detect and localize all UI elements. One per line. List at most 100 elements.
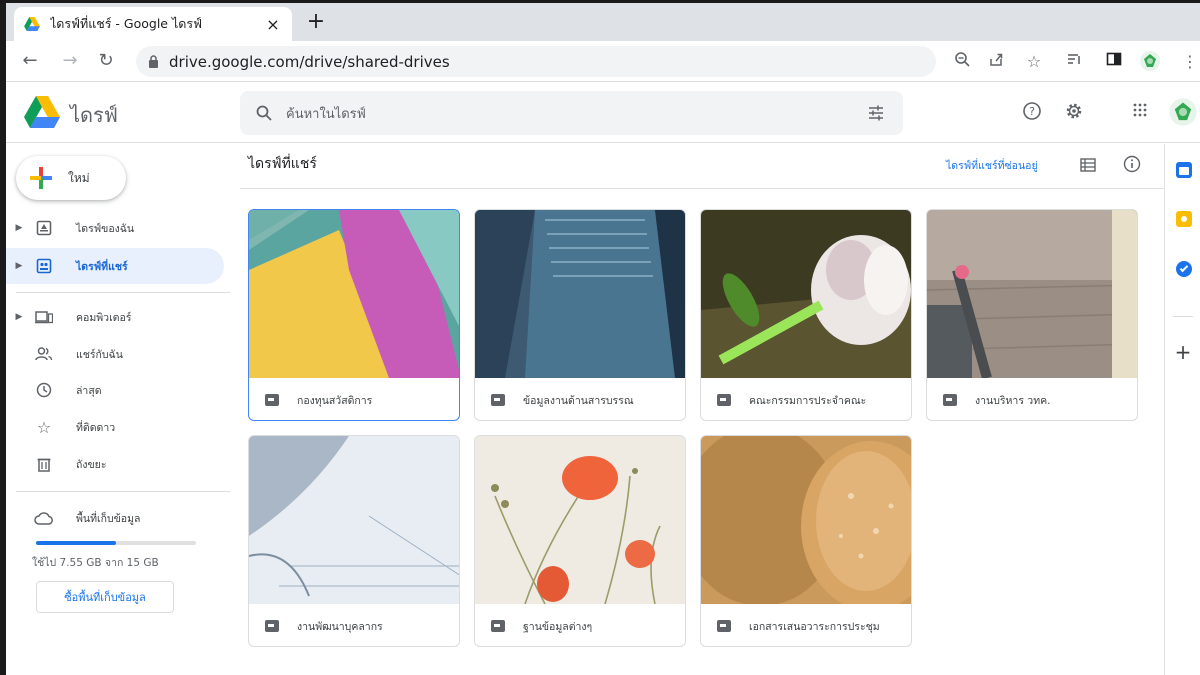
more-vert-icon[interactable]: ⋮: [1178, 50, 1200, 74]
back-arrow-icon[interactable]: ←: [18, 49, 42, 73]
shared-drive-card[interactable]: งานพัฒนาบุคลากร: [248, 435, 460, 647]
drive-cover-image: [701, 210, 911, 378]
side-panel-rail: +: [1164, 144, 1200, 675]
shared-drive-card[interactable]: งานบริหาร วทค.: [926, 209, 1138, 421]
shared-drive-card[interactable]: คณะกรรมการประจำคณะ: [700, 209, 912, 421]
sidebar-item-recent[interactable]: ล่าสุด: [6, 372, 224, 408]
drive-name: เอกสารเสนอวาระการประชุม: [749, 620, 880, 633]
add-addon-icon[interactable]: +: [1173, 342, 1193, 362]
lock-icon: [149, 55, 158, 68]
sidebar-item-shared-with-me[interactable]: แชร์กับฉัน: [6, 336, 224, 372]
sidebar-item-starred[interactable]: ☆ ที่ติดดาว: [6, 409, 224, 445]
card-footer: ฐานข้อมูลต่างๆ: [475, 604, 685, 646]
shared-drive-card[interactable]: เอกสารเสนอวาระการประชุม: [700, 435, 912, 647]
sidebar-item-label: ที่ติดดาว: [76, 421, 116, 434]
account-avatar[interactable]: [1168, 97, 1198, 127]
drive-header: ไดรฟ์ ค้นหาในไดรฟ์ ?: [6, 83, 1200, 143]
help-icon[interactable]: ?: [1020, 101, 1044, 125]
tab-strip: ไดรฟ์ที่แชร์ - Google ไดรฟ์ × +: [6, 3, 1200, 41]
sidebar-item-label: ไดรฟ์ที่แชร์: [76, 260, 128, 273]
list-view-icon[interactable]: [1076, 155, 1100, 179]
sidebar-item-shared-drives[interactable]: ▶ ไดรฟ์ที่แชร์: [6, 248, 224, 284]
storage-label: พื้นที่เก็บข้อมูล: [76, 512, 141, 525]
settings-gear-icon[interactable]: [1062, 101, 1086, 125]
svg-text:?: ?: [1029, 105, 1035, 118]
sidebar: ใหม่ ▶ ไดรฟ์ของฉัน ▶ ไดรฟ์ที่แชร์ ▶ คอมพ…: [6, 144, 234, 675]
shared-drive-icon: [491, 394, 505, 406]
zoom-icon[interactable]: [950, 50, 974, 74]
search-options-icon[interactable]: [867, 104, 885, 122]
expand-arrow-icon[interactable]: ▶: [12, 261, 26, 271]
drive-cover-image: [475, 436, 685, 604]
drive-name: คณะกรรมการประจำคณะ: [749, 394, 867, 407]
drive-favicon-icon: [24, 17, 40, 31]
shared-drive-card[interactable]: ข้อมูลงานด้านสารบรรณ: [474, 209, 686, 421]
drive-name: งานบริหาร วทค.: [975, 394, 1051, 407]
info-icon[interactable]: [1120, 155, 1144, 179]
apps-grid-icon[interactable]: [1128, 101, 1152, 125]
sidebar-item-my-drive[interactable]: ▶ ไดรฟ์ของฉัน: [6, 210, 224, 246]
share-icon[interactable]: [984, 50, 1008, 74]
reading-list-icon[interactable]: [1062, 50, 1086, 74]
new-button-label: ใหม่: [68, 170, 90, 185]
plus-icon: [30, 167, 52, 189]
bookmark-star-icon[interactable]: ☆: [1022, 50, 1046, 74]
address-bar[interactable]: drive.google.com/drive/shared-drives: [136, 46, 936, 77]
search-input[interactable]: ค้นหาในไดรฟ์: [286, 103, 867, 124]
trash-icon: [32, 452, 56, 476]
hidden-shared-drives-link[interactable]: ไดรฟ์ที่แชร์ที่ซ่อนอยู่: [946, 157, 1038, 174]
shared-drive-icon: [265, 620, 279, 632]
people-icon: [32, 342, 56, 366]
card-footer: กองทุนสวัสดิการ: [249, 378, 459, 420]
sidebar-divider: [16, 491, 230, 492]
shared-drives-icon: [32, 254, 56, 278]
search-bar[interactable]: ค้นหาในไดรฟ์: [240, 91, 903, 135]
new-tab-button[interactable]: +: [302, 9, 330, 34]
main-divider: [240, 188, 1164, 189]
app-name: ไดรฟ์: [70, 103, 118, 127]
sidebar-item-computers[interactable]: ▶ คอมพิวเตอร์: [6, 299, 224, 335]
search-icon[interactable]: [256, 105, 272, 121]
sidebar-item-trash[interactable]: ถังขยะ: [6, 446, 224, 482]
sidebar-item-label: ล่าสุด: [76, 384, 102, 397]
close-tab-icon[interactable]: ×: [264, 15, 282, 34]
browser-window: ไดรฟ์ที่แชร์ - Google ไดรฟ์ × + ← → ↻ dr…: [0, 0, 1200, 675]
forward-arrow-icon[interactable]: →: [58, 49, 82, 73]
keep-icon[interactable]: [1176, 211, 1192, 227]
reload-icon[interactable]: ↻: [94, 49, 118, 73]
side-panel-icon[interactable]: [1102, 50, 1126, 74]
shared-drive-icon: [943, 394, 957, 406]
shared-drive-card[interactable]: ฐานข้อมูลต่างๆ: [474, 435, 686, 647]
tasks-icon[interactable]: [1176, 261, 1192, 277]
sidebar-item-label: แชร์กับฉัน: [76, 348, 123, 361]
computer-icon: [32, 305, 56, 329]
browser-tab[interactable]: ไดรฟ์ที่แชร์ - Google ไดรฟ์ ×: [14, 7, 292, 41]
browser-toolbar: ← → ↻ drive.google.com/drive/shared-driv…: [6, 41, 1200, 82]
shared-drive-card[interactable]: กองทุนสวัสดิการ: [248, 209, 460, 421]
calendar-icon[interactable]: [1176, 162, 1192, 178]
expand-arrow-icon[interactable]: ▶: [12, 312, 26, 322]
expand-arrow-icon[interactable]: ▶: [12, 223, 26, 233]
storage-progress-bar: [36, 541, 196, 545]
new-button[interactable]: ใหม่: [16, 156, 126, 200]
shared-drive-icon: [491, 620, 505, 632]
sidebar-item-label: ไดรฟ์ของฉัน: [76, 222, 135, 235]
drive-name: งานพัฒนาบุคลากร: [297, 620, 383, 633]
shared-drive-icon: [717, 394, 731, 406]
drive-cover-image: [475, 210, 685, 378]
profile-avatar[interactable]: [1138, 50, 1162, 74]
star-icon: ☆: [36, 417, 52, 437]
url-text: drive.google.com/drive/shared-drives: [169, 52, 450, 71]
drive-name: ข้อมูลงานด้านสารบรรณ: [523, 394, 634, 407]
drive-cover-image: [249, 210, 459, 378]
sidebar-item-label: คอมพิวเตอร์: [76, 311, 132, 324]
my-drive-icon: [32, 216, 56, 240]
card-footer: คณะกรรมการประจำคณะ: [701, 378, 911, 420]
tab-title: ไดรฟ์ที่แชร์ - Google ไดรฟ์: [50, 16, 202, 31]
drive-name: กองทุนสวัสดิการ: [297, 394, 373, 407]
card-footer: ข้อมูลงานด้านสารบรรณ: [475, 378, 685, 420]
sidebar-item-storage[interactable]: พื้นที่เก็บข้อมูล: [6, 500, 224, 536]
drive-logo-icon[interactable]: [24, 96, 60, 128]
buy-storage-button[interactable]: ซื้อพื้นที่เก็บข้อมูล: [36, 581, 174, 613]
drive-name: ฐานข้อมูลต่างๆ: [523, 620, 593, 633]
